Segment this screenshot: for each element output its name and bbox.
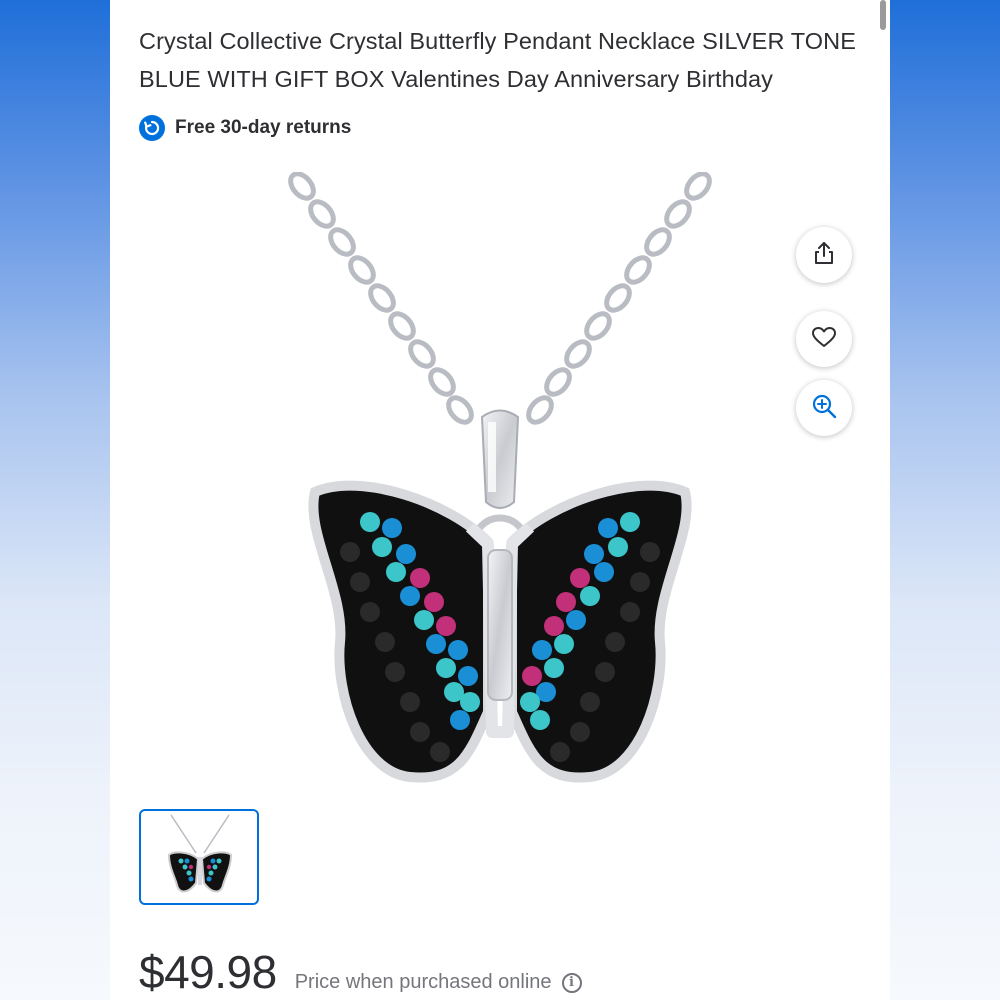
product-title: Crystal Collective Crystal Butterfly Pen… <box>139 28 856 92</box>
returns-icon <box>139 115 165 141</box>
returns-label: Free 30-day returns <box>175 117 352 138</box>
heart-icon <box>811 326 837 353</box>
share-icon <box>813 241 835 270</box>
zoom-in-icon <box>811 393 837 424</box>
price-note-label: Price when purchased online <box>294 971 552 993</box>
price-row: $49.98 Price when purchased online i <box>139 945 582 999</box>
zoom-button[interactable] <box>796 380 852 436</box>
image-thumbnail[interactable] <box>139 809 259 905</box>
share-button[interactable] <box>796 227 852 283</box>
product-image[interactable] <box>170 171 830 812</box>
scrollbar[interactable] <box>880 0 886 30</box>
favorite-button[interactable] <box>796 311 852 367</box>
returns-badge: Free 30-day returns <box>139 114 351 142</box>
price-note: Price when purchased online i <box>295 971 582 994</box>
info-icon[interactable]: i <box>561 972 582 993</box>
price: $49.98 <box>139 946 277 998</box>
product-card: Crystal Collective Crystal Butterfly Pen… <box>110 0 890 1000</box>
